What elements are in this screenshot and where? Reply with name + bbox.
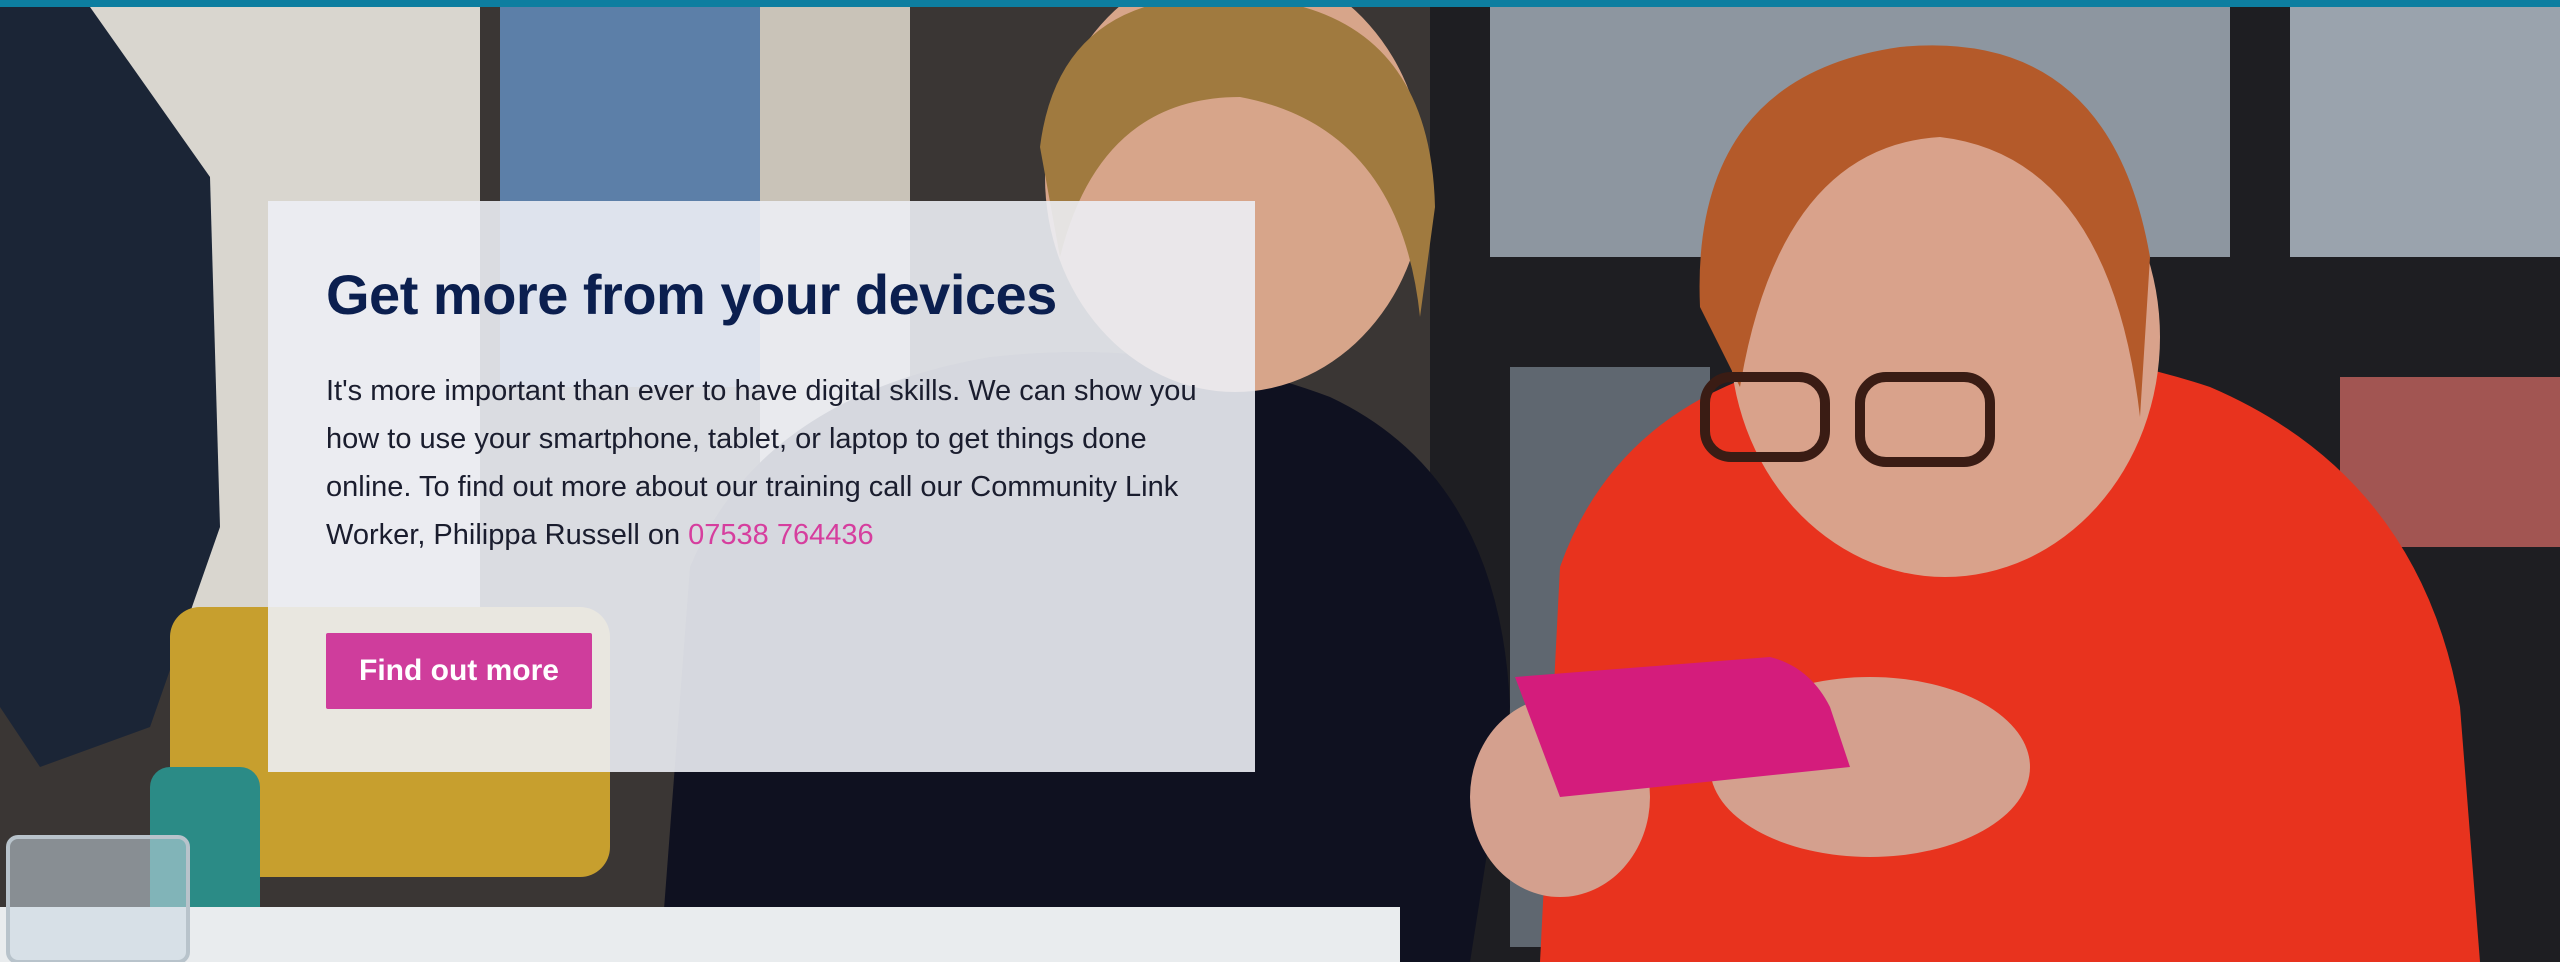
hero-banner: Get more from your devices It's more imp… <box>0 7 2560 962</box>
promo-card: Get more from your devices It's more imp… <box>268 201 1255 772</box>
page: Get more from your devices It's more imp… <box>0 0 2560 969</box>
top-accent-strip <box>0 0 2560 7</box>
phone-number-link[interactable]: 07538 764436 <box>688 519 873 551</box>
bottom-divider <box>0 962 2560 969</box>
promo-title: Get more from your devices <box>326 263 1057 326</box>
find-out-more-button[interactable]: Find out more <box>326 633 592 709</box>
promo-body: It's more important than ever to have di… <box>326 367 1206 559</box>
